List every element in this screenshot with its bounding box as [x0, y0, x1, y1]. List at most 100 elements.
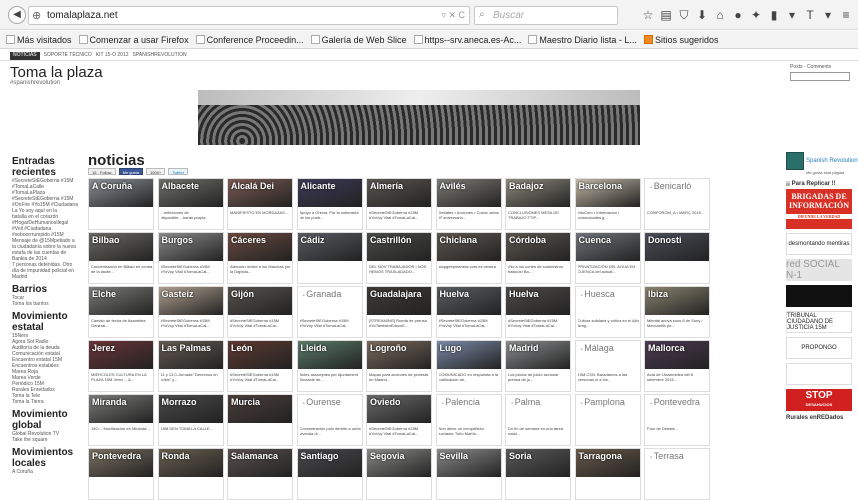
city-tile[interactable]: Albacete ...reflexiones de disponible....… — [157, 178, 224, 230]
city-name[interactable]: Córdoba — [509, 235, 546, 245]
bookmark-aneca[interactable]: https--srv.aneca.es-Ac... — [413, 35, 521, 45]
city-name[interactable]: Benicarló — [650, 181, 692, 191]
city-caption[interactable]: MANIFIESTO EN MORDAZAS.... — [230, 210, 292, 229]
city-name[interactable]: Tarragona — [579, 451, 622, 461]
city-caption[interactable]: Non deixe un compañeiro luchador Toño Ma… — [439, 426, 501, 445]
city-caption[interactable] — [300, 480, 362, 499]
city-tile[interactable]: Sevilla — [435, 448, 502, 500]
city-caption[interactable]: MIÉRCOLES CULTURA EN LA PLAZA 15M Jerez … — [91, 372, 153, 391]
twitter-button[interactable]: Twitter — [168, 168, 189, 175]
city-caption[interactable]: 15O -- Movilización en Miranda... — [91, 426, 153, 445]
city-caption[interactable]: ¡No a los cortes de suministros básicos!… — [508, 264, 570, 283]
city-name[interactable]: Jerez — [92, 343, 115, 353]
city-caption[interactable]: Miental acriva sous 8 de Sony / Meccanil… — [647, 318, 709, 337]
city-tile[interactable]: León #SecreteStEGoberna #15M #YoVoy Vital… — [227, 340, 293, 392]
city-name[interactable]: León — [231, 343, 253, 353]
city-tile[interactable]: Cáceres Atención recibe a los Marchas por… — [227, 232, 293, 284]
city-tile[interactable]: Pontevedra — [88, 448, 154, 500]
city-caption[interactable] — [578, 426, 640, 445]
city-tile[interactable]: Bilbao Concentración en Bilbao en contra … — [88, 232, 154, 284]
city-caption[interactable]: Apoyo a Grecia. Por la soberanía de los … — [300, 210, 362, 229]
city-tile[interactable]: Gasteiz #SecreteStEGoberna #15M #YoVoy Vi… — [157, 286, 224, 338]
city-name[interactable]: Alcalá Dei — [231, 181, 274, 191]
city-name[interactable]: Castrillón — [370, 235, 412, 245]
city-tile[interactable]: Castrillón DEL NOV TRABAJADOR | NOS HEMOS… — [366, 232, 432, 284]
city-name[interactable]: Granada — [303, 289, 341, 299]
city-caption[interactable]: 15M CSN. Baradamos a las personas,ni a l… — [578, 372, 640, 391]
city-caption[interactable]: Concentración polo dereito a unha vivend… — [300, 426, 362, 445]
city-name[interactable]: Miranda — [92, 397, 127, 407]
city-caption[interactable] — [369, 480, 431, 499]
city-name[interactable]: Guadalajara — [370, 289, 422, 299]
city-name[interactable]: Almería — [370, 181, 403, 191]
city-tile[interactable]: Terrasa — [644, 448, 710, 500]
pocket-icon[interactable]: ⛉ — [676, 6, 692, 24]
reader-icon[interactable]: ▮ — [766, 6, 782, 24]
city-tile[interactable]: Mallorca Acta de l'Assemblea del 8 setemb… — [644, 340, 710, 392]
city-name[interactable]: Pamplona — [581, 397, 625, 407]
sidebar-link[interactable]: Toma la Tierra — [12, 399, 82, 405]
city-name[interactable]: Pontevedra — [650, 397, 700, 407]
city-name[interactable]: Mallorca — [648, 343, 685, 353]
auditoria-banner[interactable] — [786, 363, 852, 385]
city-tile[interactable]: A Coruña — [88, 178, 154, 230]
city-name[interactable]: Alicante — [301, 181, 336, 191]
city-tile[interactable]: Málaga 15M CSN. Baradamos a las personas,… — [574, 340, 641, 392]
propongo-banner[interactable]: PROPONGO — [786, 337, 852, 359]
city-caption[interactable] — [91, 210, 153, 229]
city-caption[interactable]: #SecreteStEGoberna #15M #YoVoy Vital #To… — [369, 426, 431, 445]
city-name[interactable]: Gijón — [231, 289, 254, 299]
city-tile[interactable]: Elche Cambio de fecha de Asamblea General… — [88, 286, 154, 338]
city-caption[interactable]: Foro de Debate... — [647, 426, 709, 445]
city-caption[interactable]: Cultura solidaria y crítica en el Alto A… — [578, 318, 640, 337]
url-controls-icon[interactable]: ▿ ✕ C — [441, 10, 465, 21]
city-name[interactable]: Terrasa — [650, 451, 684, 461]
city-caption[interactable]: CONCLUSIONES MESA DE TRABAJO TTIP... — [508, 210, 570, 229]
city-caption[interactable]: Debates • Acciones • Crónic actos 4º ani… — [439, 210, 501, 229]
city-name[interactable]: Sevilla — [440, 451, 469, 461]
city-name[interactable]: Segovia — [370, 451, 405, 461]
city-caption[interactable]: #SecreteStEGoberna #15M #YoVoy Vital #To… — [161, 318, 223, 337]
nav-noticias[interactable]: NOTICIAS — [10, 52, 40, 60]
city-tile[interactable]: Avilés Debates • Acciones • Crónic actos … — [435, 178, 502, 230]
city-name[interactable]: Morrazo — [162, 397, 197, 407]
city-tile[interactable]: Cuenca PRIVATIZACIÓN DEL AGUA EN CUENCA d… — [574, 232, 641, 284]
city-tile[interactable]: Palma Do fin de semana en una tarea natal… — [505, 394, 571, 446]
city-tile[interactable]: Alcalá Dei MANIFIESTO EN MORDAZAS.... — [227, 178, 293, 230]
nav-spanishrevolution[interactable]: SPANISHREVOLUTION — [133, 52, 187, 60]
sidebar-link[interactable]: Toma los barrios — [12, 301, 82, 307]
bookmark-conference[interactable]: Conference Proceedin... — [195, 35, 304, 45]
city-name[interactable]: Palencia — [442, 397, 480, 407]
city-tile[interactable]: Burgos #SecreteStEGoberna #15M #YoVoy Vit… — [157, 232, 224, 284]
city-caption[interactable]: #SecreteStEGoberna #15M #YoVoy Vital #To… — [439, 318, 501, 337]
reading-list-icon[interactable]: ▤ — [658, 6, 674, 24]
city-tile[interactable]: Pontevedra Foro de Debate... — [644, 394, 710, 446]
city-tile[interactable]: Ibiza Miental acriva sous 8 de Sony / Mec… — [644, 286, 710, 338]
bookmark-webslice[interactable]: Galería de Web Slice — [310, 35, 407, 45]
city-tile[interactable]: Badajoz CONCLUSIONES MESA DE TRABAJO TTIP… — [505, 178, 571, 230]
city-caption[interactable]: #SecreteStEGoberna #15M #YoVoy Vital #To… — [508, 318, 570, 337]
nav-kit[interactable]: KIT 15-O 2012 — [96, 52, 129, 60]
url-bar[interactable]: ⊕ tomalaplaza.net ▿ ✕ C — [28, 6, 470, 25]
search-box[interactable]: ⌕ Buscar — [474, 6, 618, 25]
city-caption[interactable] — [508, 480, 570, 499]
city-tile[interactable]: Donosti — [644, 232, 710, 284]
city-name[interactable]: Chiclana — [440, 235, 478, 245]
bookmark-firefox[interactable]: Comenzar a usar Firefox — [78, 35, 189, 45]
city-name[interactable]: Murcia — [231, 397, 260, 407]
city-name[interactable]: Huesca — [581, 289, 615, 299]
banner-dark[interactable] — [786, 285, 852, 307]
home-icon[interactable]: ⌂ — [712, 6, 728, 24]
download-icon[interactable]: ⬇ — [694, 6, 710, 24]
city-name[interactable]: Lugo — [440, 343, 462, 353]
bookmark-sitios[interactable]: Sitios sugeridos — [643, 35, 718, 45]
site-title[interactable]: Toma la plaza — [10, 64, 103, 81]
city-name[interactable]: Santiago — [301, 451, 339, 461]
city-tile[interactable]: Barcelona InfoCom • Informacion i comunic… — [574, 178, 641, 230]
fb-page-name[interactable]: Spanish Revolution — [806, 158, 858, 164]
facebook-like-button[interactable]: Me gusta — [118, 168, 144, 175]
city-tile[interactable]: Tarragona — [574, 448, 641, 500]
fb-like-label[interactable]: Me gusta esta página — [806, 170, 858, 175]
city-caption[interactable]: [STREAMING] Rueda de prensa #YoTambiénEd… — [369, 318, 431, 337]
city-name[interactable]: Ronda — [162, 451, 190, 461]
